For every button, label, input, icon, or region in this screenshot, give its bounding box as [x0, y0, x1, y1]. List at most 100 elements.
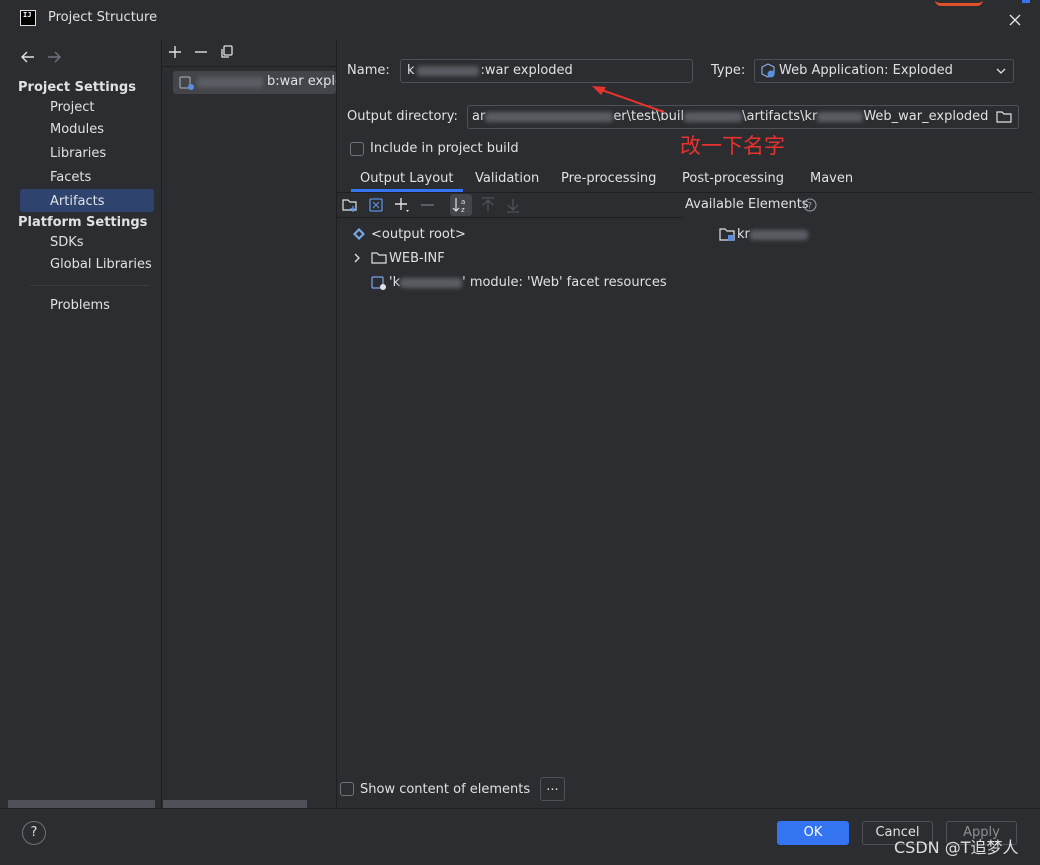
close-icon: [1009, 14, 1021, 26]
redacted-text: [197, 77, 263, 88]
plus-icon: [169, 46, 181, 58]
nav-item-global-libraries[interactable]: Global Libraries: [50, 257, 152, 272]
chevron-right-icon[interactable]: [352, 253, 362, 263]
redacted-text: [416, 65, 479, 76]
artifact-list-item[interactable]: b:war exploc: [173, 71, 336, 94]
nav-item-project[interactable]: Project: [50, 100, 94, 115]
output-dir-fragment: Web_war_exploded: [863, 109, 989, 124]
available-element-text: kr: [737, 227, 750, 242]
tree-item-web-facet-resources[interactable]: 'k ' module: 'Web' facet resources: [389, 275, 667, 290]
type-select[interactable]: Web Application: Exploded: [754, 59, 1014, 83]
facet-resource-icon: [371, 275, 387, 291]
add-artifact-button[interactable]: [168, 45, 182, 59]
watermark: CSDN @T追梦人: [894, 838, 1019, 857]
show-content-options-button[interactable]: ...: [540, 777, 565, 801]
redacted-text: [749, 229, 808, 240]
nav-divider: [30, 285, 150, 286]
type-value: Web Application: Exploded: [779, 63, 953, 78]
tree-item-output-root[interactable]: <output root>: [371, 227, 466, 242]
facet-suffix: ' module: 'Web' facet resources: [462, 275, 667, 290]
create-directory-button[interactable]: [342, 197, 358, 213]
nav-item-modules[interactable]: Modules: [50, 122, 104, 137]
available-elements-label: Available Elements: [685, 197, 809, 212]
arrow-down-icon: [507, 199, 519, 213]
nav-heading-project-settings: Project Settings: [18, 80, 136, 95]
artifact-list-panel: [162, 40, 337, 808]
minus-icon: [421, 204, 434, 206]
background-decoration: [1022, 0, 1030, 3]
redacted-text: [684, 111, 743, 122]
list-horizontal-scrollbar[interactable]: [163, 800, 307, 808]
web-app-icon: [760, 63, 776, 79]
available-element-module[interactable]: kr: [737, 227, 808, 242]
include-in-build-checkbox[interactable]: [350, 142, 364, 156]
svg-text:a: a: [461, 198, 465, 206]
help-icon[interactable]: ?: [803, 198, 817, 212]
remove-artifact-button[interactable]: [194, 45, 208, 59]
copy-artifact-button[interactable]: [220, 45, 234, 59]
svg-text:?: ?: [807, 202, 812, 212]
help-button[interactable]: ?: [22, 821, 46, 845]
artifact-icon: [179, 75, 195, 91]
arrow-left-icon: [21, 51, 34, 63]
plus-dropdown-icon: [395, 198, 409, 212]
nav-item-libraries[interactable]: Libraries: [50, 146, 106, 161]
folder-icon: [371, 251, 387, 265]
copy-icon: [221, 45, 233, 58]
module-folder-icon: [719, 227, 735, 242]
facet-prefix: 'k: [389, 275, 401, 290]
arrow-right-icon: [48, 51, 61, 63]
forward-button[interactable]: [46, 50, 62, 64]
annotation-text: 改一下名字: [680, 134, 785, 158]
output-directory-input[interactable]: ar er\test\buil \artifacts\kr Web_war_explo…: [467, 105, 1019, 129]
toolbar-separator: [337, 217, 683, 218]
arrow-up-icon: [482, 197, 494, 211]
folder-icon: [996, 111, 1012, 123]
show-content-label: Show content of elements: [360, 782, 531, 797]
output-root-icon: [352, 227, 366, 241]
nav-item-facets[interactable]: Facets: [50, 170, 91, 185]
tab-pre-processing[interactable]: Pre-processing: [561, 171, 656, 186]
back-button[interactable]: [20, 50, 36, 64]
name-value-prefix: k: [407, 63, 415, 78]
show-content-checkbox[interactable]: [340, 782, 354, 796]
nav-item-artifacts[interactable]: Artifacts: [50, 194, 105, 209]
tree-item-web-inf[interactable]: WEB-INF: [389, 251, 445, 266]
output-directory-label: Output directory:: [347, 109, 458, 124]
tab-validation[interactable]: Validation: [475, 171, 539, 186]
sort-elements-button[interactable]: az: [450, 194, 472, 216]
nav-item-problems[interactable]: Problems: [50, 298, 110, 313]
archive-icon: [369, 198, 383, 212]
nav-item-sdks[interactable]: SDKs: [50, 235, 84, 250]
tab-post-processing[interactable]: Post-processing: [682, 171, 784, 186]
type-label: Type:: [711, 63, 746, 78]
close-button[interactable]: [1004, 9, 1026, 31]
output-dir-fragment: ar: [472, 109, 486, 124]
sort-alpha-icon: az: [452, 198, 465, 214]
intellij-logo-icon: IJ: [20, 10, 36, 26]
move-down-button[interactable]: [505, 197, 521, 213]
toolbar-separator: [162, 66, 336, 67]
chevron-down-icon: [995, 66, 1007, 76]
tab-output-layout[interactable]: Output Layout: [360, 171, 453, 186]
output-dir-fragment: \artifacts\kr: [742, 109, 818, 124]
remove-element-button[interactable]: [420, 197, 436, 213]
add-copy-of-button[interactable]: [394, 197, 410, 213]
create-archive-button[interactable]: [368, 197, 384, 213]
annotation-arrow-icon: [592, 86, 665, 113]
redacted-text: [817, 111, 864, 122]
new-folder-icon: [342, 199, 357, 212]
include-in-build-label: Include in project build: [370, 141, 519, 156]
artifact-item-label: b:war exploc: [267, 74, 336, 89]
name-input[interactable]: k :war exploded: [400, 59, 693, 83]
nav-heading-platform-settings: Platform Settings: [18, 215, 148, 230]
name-value-suffix: :war exploded: [480, 63, 573, 78]
nav-horizontal-scrollbar[interactable]: [8, 800, 155, 808]
svg-text:z: z: [461, 206, 465, 214]
ok-button[interactable]: OK: [777, 821, 849, 845]
tabs-separator: [337, 192, 1033, 193]
move-up-button[interactable]: [480, 197, 496, 213]
minus-icon: [195, 51, 207, 53]
browse-folder-button[interactable]: [996, 109, 1012, 124]
tab-maven[interactable]: Maven: [810, 171, 853, 186]
